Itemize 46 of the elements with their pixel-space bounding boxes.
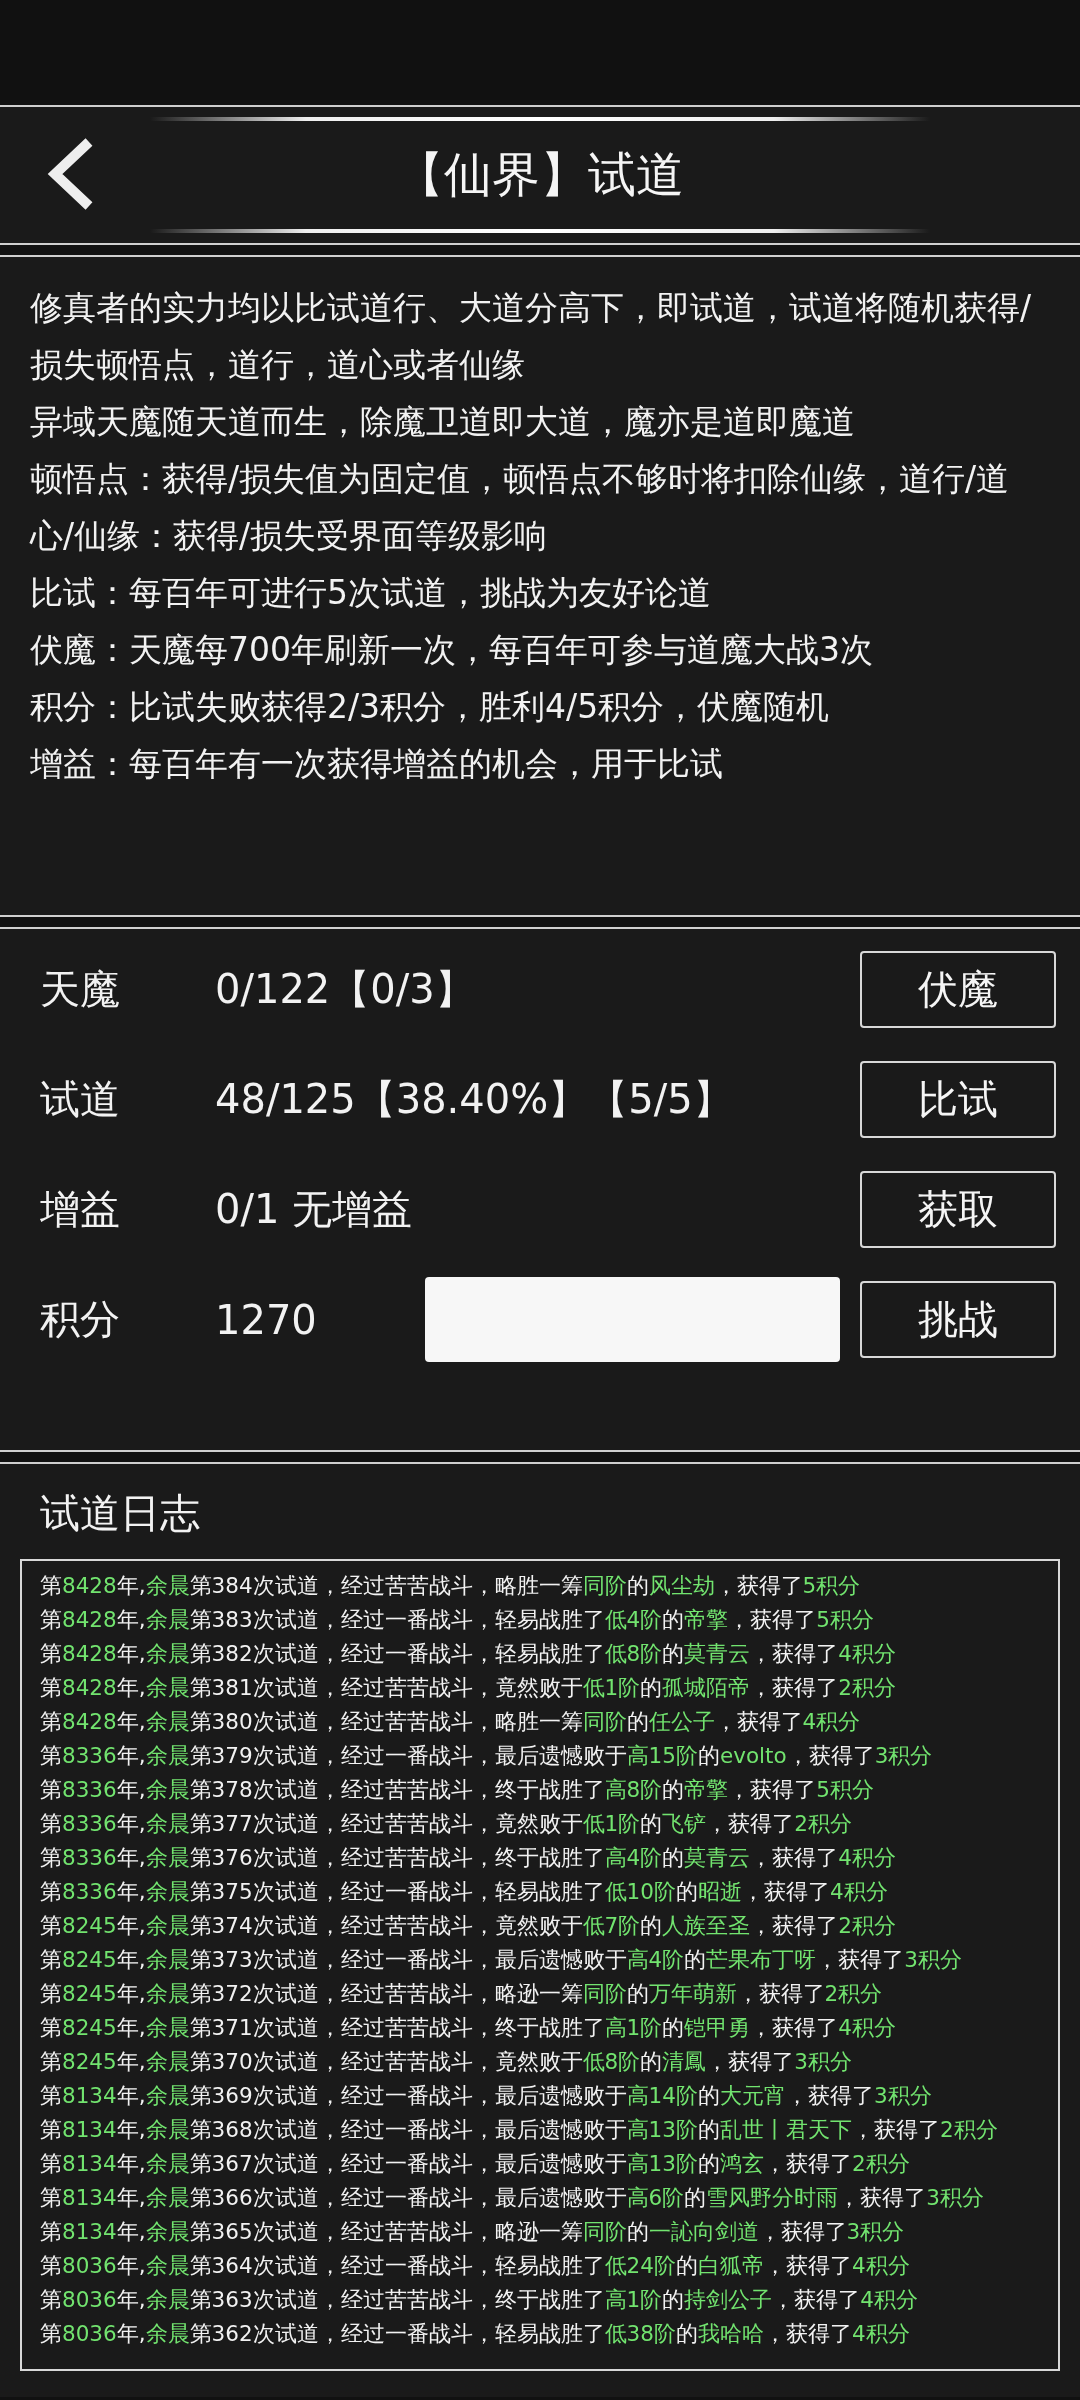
log-entry: 第8336年,余晨第377次试道，经过苦苦战斗，竟然败于低1阶的飞铲，获得了2积分: [40, 1810, 853, 1838]
log-entry: 第8245年,余晨第374次试道，经过苦苦战斗，竟然败于低7阶的人族至圣，获得了2积分: [40, 1912, 897, 1940]
description-text: 异域天魔随天道而生，除魔卫道即大道，魔亦是道即魔道: [30, 401, 856, 443]
log-entry: 第8428年,余晨第380次试道，经过苦苦战斗，略胜一筹同阶的任公子，获得了4积分: [40, 1708, 862, 1736]
log-entry: 第8036年,余晨第363次试道，经过苦苦战斗，终于战胜了高1阶的持剑公子，获得了4积分: [40, 2286, 919, 2314]
log-entry: 第8134年,余晨第367次试道，经过一番战斗，最后遗憾败于高13阶的鸿玄，获得了2积分: [40, 2150, 911, 2178]
log-entry: 第8336年,余晨第376次试道，经过苦苦战斗，终于战胜了高4阶的莫青云，获得了4积分: [40, 1844, 897, 1872]
back-icon: [45, 135, 95, 212]
action-button[interactable]: 伏魔: [860, 951, 1056, 1028]
log-entry: 第8134年,余晨第366次试道，经过一番战斗，最后遗憾败于高6阶的雪风野分时雨，获得了 3积分: [40, 2184, 985, 2212]
stat-value: 0/122【0/3】: [215, 965, 476, 1014]
stat-label: 增益: [40, 1185, 121, 1234]
log-entry: 第8134年,余晨第369次试道，经过一番战斗，最后遗憾败于高14阶的大元宵，获得了3积分: [40, 2082, 933, 2110]
log-entry: 第8336年,余晨第378次试道，经过苦苦战斗，终于战胜了高8阶的帝擎，获得了 5积分: [40, 1776, 875, 1804]
description-text: 伏魔：天魔每700年刷新一次，每百年可参与道魔大战3次: [30, 629, 874, 671]
action-button[interactable]: 获取: [860, 1171, 1056, 1248]
description-text: 修真者的实力均以比试道行、大道分高下，即试道，试道将随机获得/损失顿悟点，道行，道心或者仙缘: [30, 287, 1033, 386]
log-entry: 第8036年,余晨第364次试道，经过一番战斗，轻易战胜了低24阶的白狐帝，获得了4积分: [40, 2252, 911, 2280]
log-entry: 第8428年,余晨第382次试道，经过一番战斗，轻易战胜了低8阶的莫青云，获得了4积分: [40, 1640, 897, 1668]
description-text: 增益：每百年有一次获得增益的机会，用于比试: [30, 743, 724, 785]
stat-label: 试道: [40, 1075, 121, 1124]
action-button[interactable]: 挑战: [860, 1281, 1056, 1358]
log-entry: 第8134年,余晨第365次试道，经过苦苦战斗，略逊一筹同阶的一訫向剑道，获得了3积分: [40, 2218, 906, 2246]
log-title: 试道日志: [39, 1489, 201, 1538]
stat-label: 天魔: [40, 965, 121, 1014]
log-entry: 第8036年,余晨第362次试道，经过一番战斗，轻易战胜了低38阶的我哈哈，获得了4积分: [40, 2320, 911, 2348]
log-entry: 第8336年,余晨第375次试道，经过一番战斗，轻易战胜了低10阶的昭逝，获得了4积分: [40, 1878, 889, 1906]
stat-label: 积分: [40, 1295, 121, 1344]
stat-value: 0/1 无增益: [215, 1185, 414, 1234]
action-button[interactable]: 比试: [860, 1061, 1056, 1138]
input-field[interactable]: [425, 1277, 840, 1362]
log-entry: 第8245年,余晨第371次试道，经过苦苦战斗，终于战胜了高1阶的铠甲勇，获得了4积分: [40, 2014, 897, 2042]
stat-value: 1270: [215, 1296, 318, 1343]
description-text: 比试：每百年可进行5次试道，挑战为友好论道: [30, 572, 712, 614]
log-entry: 第8428年,余晨第381次试道，经过苦苦战斗，竟然败于低1阶的孤城陌帝，获得了2积分: [40, 1674, 897, 1702]
description-text: 顿悟点：获得/损失值为固定值，顿悟点不够时将扣除仙缘，道行/道心/仙缘：获得/损失受界面等级影响: [30, 458, 1011, 557]
log-entry: 第8245年,余晨第372次试道，经过苦苦战斗，略逊一筹同阶的万年萌新，获得了2积分: [40, 1980, 884, 2008]
log-entry: 第8428年,余晨第383次试道，经过一番战斗，轻易战胜了低4阶的帝擎，获得了 5积分: [40, 1606, 875, 1634]
log-entry: 第8245年,余晨第370次试道，经过苦苦战斗，竟然败于低8阶的清鳳，获得了 3积分: [40, 2048, 853, 2076]
log-entry: 第8428年,余晨第384次试道，经过苦苦战斗，略胜一筹同阶的风尘劫，获得了5积分: [40, 1572, 862, 1600]
log-entry: 第8245年,余晨第373次试道，经过一番战斗，最后遗憾败于高4阶的芒果布丁呀，获得了 3积分: [40, 1946, 963, 1974]
description-text: 积分：比试失败获得2/3积分，胜利4/5积分，伏魔随机: [30, 686, 831, 728]
stat-value: 48/125【38.40%】【5/5】: [215, 1075, 734, 1124]
page-title: 【仙界】试道: [396, 145, 684, 204]
log-entry: 第8134年,余晨第368次试道，经过一番战斗，最后遗憾败于高13阶的乱世丨君天下，获得了2积分: [40, 2116, 999, 2144]
log-entry: 第8336年,余晨第379次试道，经过一番战斗，最后遗憾败于高15阶的evolto，获得了3积分: [40, 1742, 934, 1770]
